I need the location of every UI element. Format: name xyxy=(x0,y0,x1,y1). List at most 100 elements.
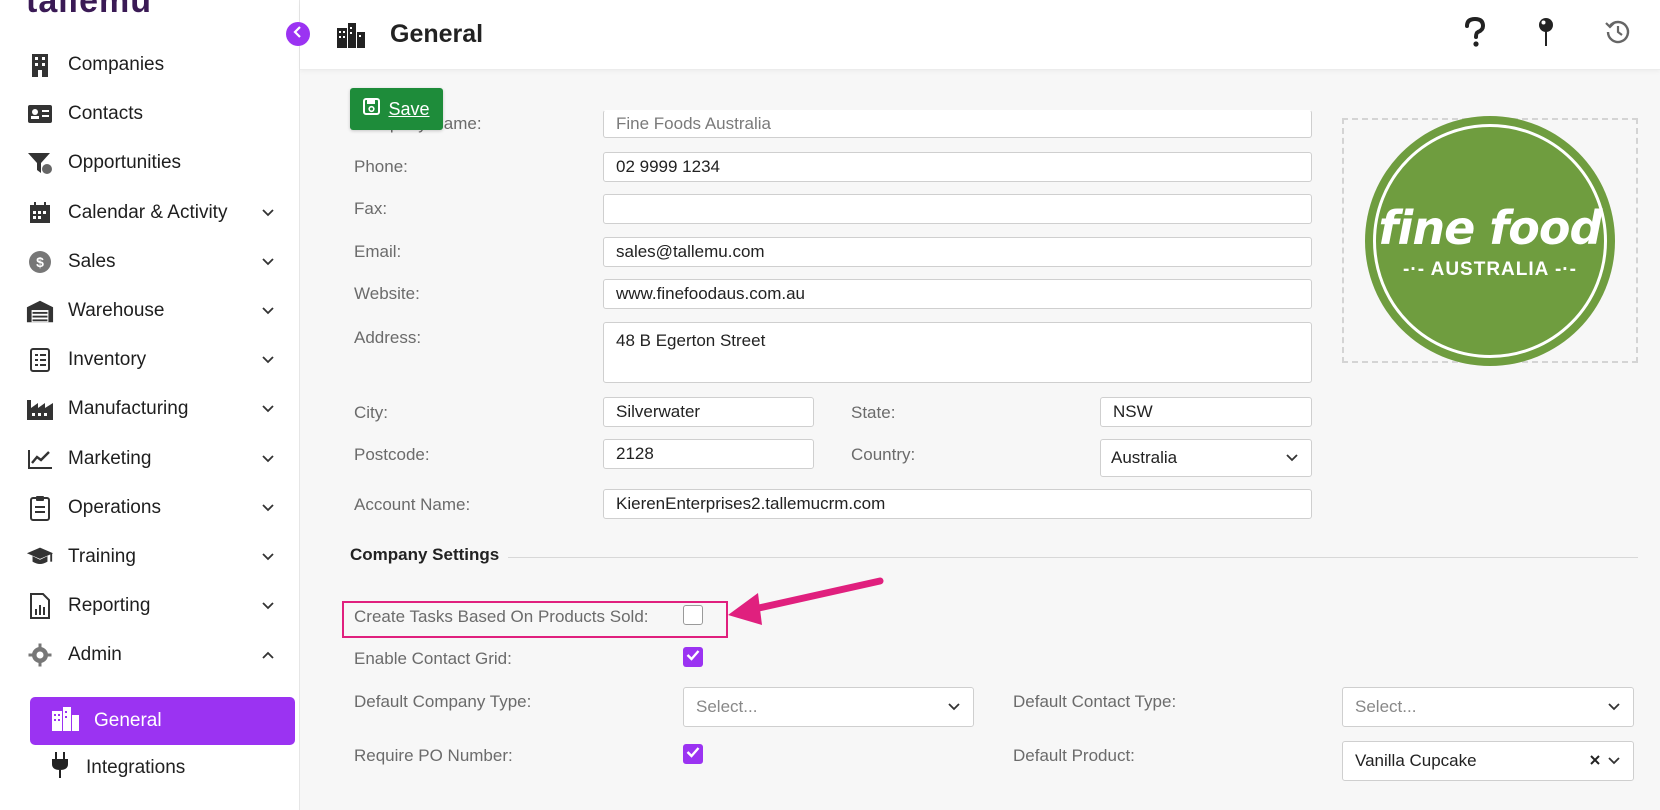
require-po-checkbox[interactable] xyxy=(683,744,703,764)
phone-input[interactable]: 02 9999 1234 xyxy=(603,152,1312,182)
sidebar-item-integrations[interactable]: Integrations xyxy=(50,752,185,783)
phone-label: Phone: xyxy=(354,157,408,176)
sidebar-item-inventory[interactable]: Inventory xyxy=(26,344,276,376)
sidebar-item-calendar-activity[interactable]: Calendar & Activity xyxy=(26,197,276,229)
enable-contact-grid-checkbox[interactable] xyxy=(683,647,703,667)
city-icon xyxy=(336,22,366,53)
city-input[interactable]: Silverwater xyxy=(603,397,814,427)
pin-button[interactable] xyxy=(1526,14,1566,54)
sidebar-item-operations[interactable]: Operations xyxy=(26,492,276,524)
city-icon xyxy=(50,706,80,736)
chevron-down-icon xyxy=(1285,448,1299,468)
state-label: State: xyxy=(851,403,896,422)
enable-contact-grid-label: Enable Contact Grid: xyxy=(354,649,512,668)
sidebar-item-label: Operations xyxy=(68,496,161,518)
select-placeholder: Select... xyxy=(696,697,758,716)
chevron-down-icon xyxy=(1607,697,1621,717)
sidebar-item-label: Warehouse xyxy=(68,300,165,321)
clipboard-icon xyxy=(26,495,54,521)
sidebar-item-label: Calendar & Activity xyxy=(68,201,228,223)
sidebar-item-label: Reporting xyxy=(68,595,151,617)
factory-icon xyxy=(26,397,54,421)
sidebar-item-training[interactable]: Training xyxy=(26,541,276,573)
calendar-icon xyxy=(26,201,54,225)
default-product-select[interactable]: Vanilla Cupcake xyxy=(1342,741,1634,781)
select-placeholder: Select... xyxy=(1355,697,1417,716)
email-input[interactable]: sales@tallemu.com xyxy=(603,237,1312,267)
sidebar-item-contacts[interactable]: Contacts xyxy=(26,98,276,130)
sidebar-item-label: Inventory xyxy=(68,349,147,371)
company-name-input[interactable]: Fine Foods Australia xyxy=(603,110,1312,138)
chevron-down-icon xyxy=(260,205,276,221)
help-button[interactable] xyxy=(1455,14,1495,54)
sidebar-item-warehouse[interactable]: Warehouse xyxy=(26,295,276,327)
sidebar-item-label: Admin xyxy=(68,644,122,666)
sidebar-item-label: General xyxy=(94,710,162,731)
page-header: General xyxy=(300,0,1660,70)
building-icon xyxy=(26,53,54,77)
require-po-label: Require PO Number: xyxy=(354,746,513,765)
sidebar-item-sales[interactable]: $ Sales xyxy=(26,246,276,278)
floppy-disk-icon xyxy=(363,98,381,120)
postcode-input[interactable]: 2128 xyxy=(603,439,814,469)
sidebar-item-manufacturing[interactable]: Manufacturing xyxy=(26,393,276,425)
website-input[interactable]: www.finefoodaus.com.au xyxy=(603,279,1312,309)
default-company-type-select[interactable]: Select... xyxy=(683,687,974,727)
report-icon xyxy=(26,593,54,620)
account-name-label: Account Name: xyxy=(354,495,471,514)
company-logo-image: fine food -·- AUSTRALIA -·- xyxy=(1365,115,1615,366)
sidebar-item-label: Integrations xyxy=(86,756,186,778)
sidebar: tallemu Companies Contacts Opportunities Ca… xyxy=(0,0,300,810)
sidebar-item-companies[interactable]: Companies xyxy=(26,49,276,81)
clear-icon[interactable] xyxy=(1589,751,1601,771)
chevron-down-icon xyxy=(260,549,276,565)
chevron-down-icon xyxy=(1607,751,1621,771)
sidebar-item-label: Contacts xyxy=(68,103,143,125)
app-logo[interactable]: tallemu xyxy=(26,0,152,21)
warehouse-icon xyxy=(26,299,54,323)
annotation-arrow-icon xyxy=(720,575,890,640)
sidebar-item-label: Manufacturing xyxy=(68,398,189,420)
default-product-label: Default Product: xyxy=(1013,746,1135,765)
page-title: General xyxy=(390,20,484,48)
fax-label: Fax: xyxy=(354,199,388,218)
sidebar-item-opportunities[interactable]: Opportunities xyxy=(26,147,276,179)
section-title: Company Settings xyxy=(350,545,500,564)
sidebar-item-admin[interactable]: Admin xyxy=(26,639,276,671)
plug-icon xyxy=(50,752,70,783)
sidebar-item-general[interactable]: General xyxy=(30,697,295,745)
history-icon xyxy=(1605,19,1631,50)
sidebar-item-reporting[interactable]: Reporting xyxy=(26,590,276,622)
company-logo-dropzone[interactable]: fine food -·- AUSTRALIA -·- xyxy=(1342,115,1638,366)
save-button[interactable]: Save xyxy=(350,88,443,130)
fax-input[interactable] xyxy=(603,194,1312,224)
section-divider xyxy=(508,557,1638,558)
annotation-highlight-box xyxy=(342,601,728,638)
state-input[interactable]: NSW xyxy=(1100,397,1312,427)
country-label: Country: xyxy=(851,445,916,464)
chevron-up-icon xyxy=(260,647,276,663)
chevron-down-icon xyxy=(260,352,276,368)
sidebar-item-label: Opportunities xyxy=(68,152,182,174)
chevron-down-icon xyxy=(260,254,276,270)
account-name-input[interactable]: KierenEnterprises2.tallemucrm.com xyxy=(603,489,1312,519)
sidebar-item-label: Companies xyxy=(68,54,165,75)
sidebar-item-marketing[interactable]: Marketing xyxy=(26,443,276,475)
country-value: Australia xyxy=(1111,448,1178,467)
country-select[interactable]: Australia xyxy=(1100,439,1312,477)
pin-icon xyxy=(1538,17,1554,52)
default-product-value: Vanilla Cupcake xyxy=(1355,751,1477,770)
sidebar-item-label: Marketing xyxy=(68,447,152,469)
chevron-down-icon xyxy=(947,697,961,717)
default-contact-type-select[interactable]: Select... xyxy=(1342,687,1634,727)
chevron-down-icon xyxy=(260,451,276,467)
collapse-sidebar-button[interactable] xyxy=(286,22,310,46)
history-button[interactable] xyxy=(1598,14,1638,54)
chevron-down-icon xyxy=(260,598,276,614)
graduation-cap-icon xyxy=(26,545,54,569)
sidebar-item-label: Sales xyxy=(68,250,116,272)
postcode-label: Postcode: xyxy=(354,445,430,464)
address-textarea[interactable]: 48 B Egerton Street xyxy=(603,322,1312,383)
default-contact-type-label: Default Contact Type: xyxy=(1013,692,1177,711)
default-company-type-label: Default Company Type: xyxy=(354,692,532,711)
